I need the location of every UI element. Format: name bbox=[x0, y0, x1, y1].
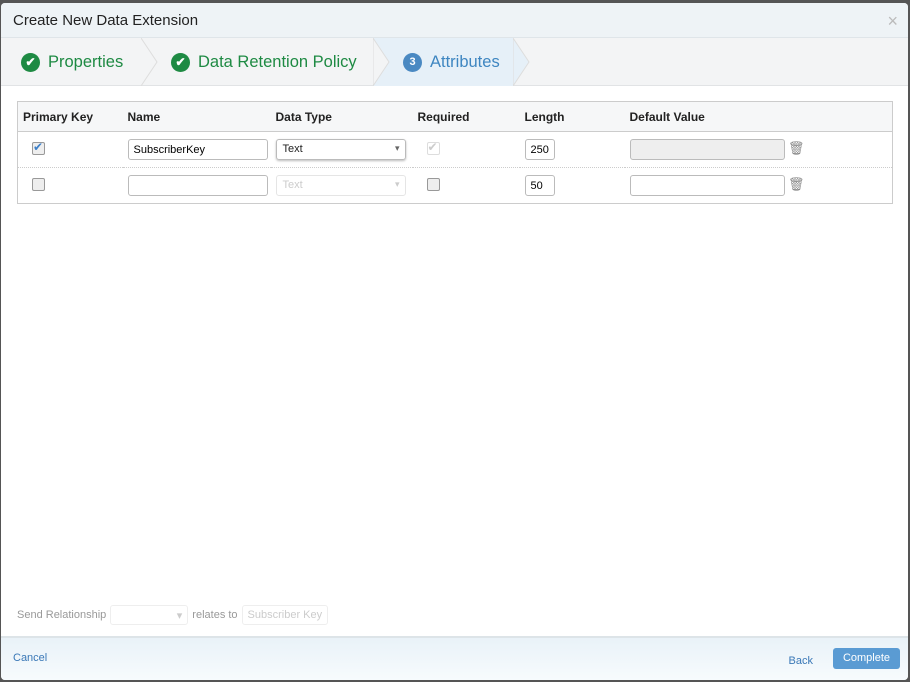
name-input[interactable] bbox=[127, 175, 268, 196]
dialog: Create New Data Extension × ✔ Properties … bbox=[1, 3, 908, 680]
close-icon[interactable]: × bbox=[887, 11, 898, 32]
send-relationship-select: ▾ bbox=[110, 605, 189, 625]
send-relationship-label: Send Relationship bbox=[17, 609, 107, 621]
relates-to-label: relates to bbox=[192, 609, 238, 621]
trash-icon[interactable]: 🗑 bbox=[788, 177, 805, 192]
dialog-header: Create New Data Extension × bbox=[1, 3, 908, 38]
step-attributes[interactable]: 3 Attributes bbox=[373, 38, 513, 86]
check-icon: ✔ bbox=[171, 52, 190, 72]
dialog-title: Create New Data Extension bbox=[13, 12, 199, 29]
required-checkbox[interactable] bbox=[426, 177, 440, 191]
step-number-icon: 3 bbox=[403, 52, 422, 72]
primary-key-checkbox[interactable] bbox=[32, 140, 45, 155]
primary-key-checkbox[interactable] bbox=[32, 177, 45, 191]
col-primary-key: Primary Key bbox=[17, 101, 123, 132]
step-label: Properties bbox=[48, 52, 124, 71]
trash-icon[interactable]: 🗑 bbox=[788, 141, 805, 156]
cancel-button[interactable]: Cancel bbox=[13, 652, 47, 664]
step-properties[interactable]: ✔ Properties bbox=[21, 38, 123, 86]
data-type-select: Text bbox=[275, 175, 406, 196]
length-input[interactable] bbox=[524, 139, 555, 160]
chevron-separator-icon bbox=[373, 38, 390, 86]
length-input[interactable] bbox=[524, 175, 555, 196]
table-row: Text 🗑 bbox=[17, 131, 893, 168]
dialog-footer: Cancel Back Complete bbox=[1, 636, 908, 680]
complete-button[interactable]: Complete bbox=[833, 648, 900, 669]
col-length: Length bbox=[519, 101, 625, 132]
data-type-select[interactable]: Text bbox=[275, 139, 406, 160]
name-input[interactable] bbox=[127, 139, 268, 160]
attributes-table: Primary Key Name Data Type Required Leng… bbox=[17, 101, 893, 204]
default-value-input[interactable] bbox=[629, 175, 785, 196]
col-data-type: Data Type bbox=[270, 101, 413, 132]
required-checkbox bbox=[426, 140, 440, 155]
step-label: Data Retention Policy bbox=[198, 52, 357, 71]
back-button[interactable]: Back bbox=[789, 655, 813, 667]
check-icon: ✔ bbox=[21, 52, 40, 72]
col-required: Required bbox=[412, 101, 520, 132]
wizard-steps: ✔ Properties ✔ Data Retention Policy 3 Attr… bbox=[1, 38, 908, 86]
step-label: Attributes bbox=[430, 52, 500, 71]
col-name: Name bbox=[122, 101, 271, 132]
table-header: Primary Key Name Data Type Required Leng… bbox=[17, 101, 893, 132]
relates-to-select: Subscriber Key bbox=[241, 605, 329, 625]
col-default-value: Default Value bbox=[624, 101, 893, 132]
chevron-separator-icon bbox=[141, 38, 158, 86]
table-row: Text 🗑 bbox=[17, 167, 893, 204]
default-value-input bbox=[629, 139, 785, 160]
step-data-retention[interactable]: ✔ Data Retention Policy bbox=[171, 38, 357, 86]
chevron-separator-icon bbox=[513, 38, 530, 86]
send-relationship: Send Relationship ▾ relates to Subscribe… bbox=[17, 605, 329, 625]
